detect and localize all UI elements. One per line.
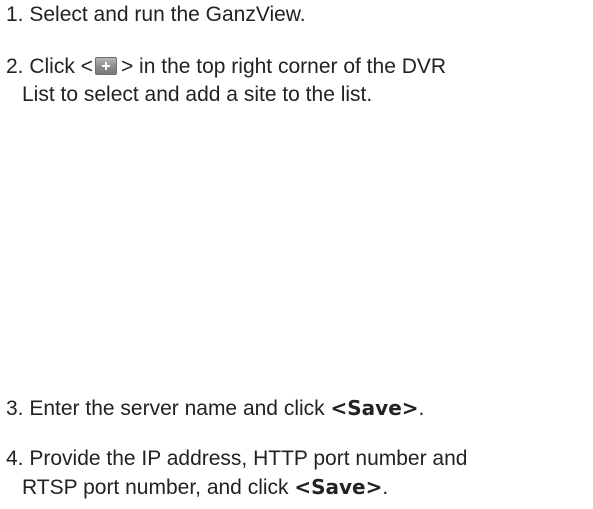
save-label: <Save> [294,475,383,499]
step-2-text-before: 2. Click < [6,55,93,78]
step-4-period: . [382,476,389,499]
step-2-line-1: 2. Click < > in the top right corner of t… [6,53,446,81]
step-3-period: . [418,397,425,420]
step-4-line-1: 4. Provide the IP address, HTTP port num… [6,447,468,470]
step-4: 4. Provide the IP address, HTTP port num… [6,445,467,502]
save-label: <Save> [330,396,419,420]
step-2: 2. Click < > in the top right corner of t… [6,53,446,109]
step-4-text: RTSP port number, and click [22,476,295,499]
step-1: 1. Select and run the GanzView. [6,1,306,29]
step-3: 3. Enter the server name and click <Save… [6,394,424,423]
step-2-text-after: > in the top right corner of the DVR [120,55,447,78]
step-2-line-2: List to select and add a site to the lis… [22,83,373,106]
step-4-line-2: RTSP port number, and click <Save>. [6,473,467,502]
plus-icon [94,57,117,75]
step-1-text: 1. Select and run the GanzView. [6,3,306,26]
step-3-text: 3. Enter the server name and click [6,397,331,420]
